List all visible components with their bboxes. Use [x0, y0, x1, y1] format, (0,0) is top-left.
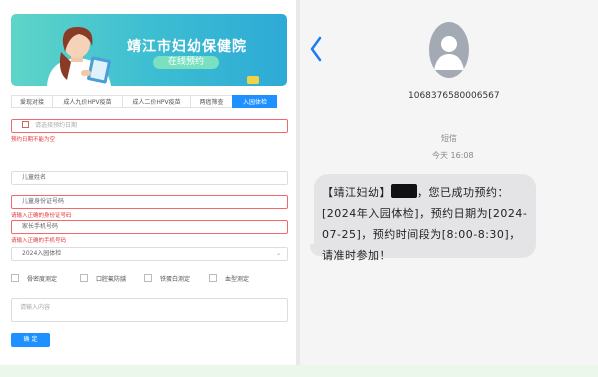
sender-number: 1068376580006567	[408, 91, 500, 101]
phone-error: 请输入正确的手机号码	[11, 238, 67, 244]
banner-title: 靖江市妇幼保健院	[127, 39, 247, 55]
message-time: 今天 16:08	[432, 151, 474, 160]
redaction-block	[391, 184, 417, 198]
back-arrow-icon[interactable]	[309, 36, 323, 62]
message-prefix: 【靖江妇幼】	[322, 186, 391, 199]
chevron-down-icon: ⌄	[275, 250, 281, 257]
checkbox-group: 骨密度测定 口腔氟防龋 铁蛋白测定 血型测定	[11, 274, 288, 284]
id-field[interactable]: 儿童身份证号码	[11, 195, 288, 209]
checkbox-label: 口腔氟防龋	[96, 276, 127, 283]
calendar-icon	[22, 121, 29, 128]
tab-1[interactable]: 爱现对接	[11, 95, 52, 108]
child-name-placeholder: 儿童姓名	[22, 174, 47, 181]
notes-placeholder: 请输入内容	[20, 304, 51, 311]
tab-3[interactable]: 成人二价HPV疫苗	[122, 95, 190, 108]
exam-select-value: 2024入园体检	[22, 250, 62, 257]
checkbox-fluoride[interactable]: 口腔氟防龋	[80, 274, 126, 283]
hospital-banner: 靖江市妇幼保健院 在线预约	[11, 14, 287, 86]
message-bubble: 【靖江妇幼】 ，您已成功预约：[2024年入园体检]，预约日期为[2024-07-…	[310, 174, 536, 262]
doctor-illustration	[47, 26, 111, 86]
confirm-button[interactable]: 确 定	[11, 333, 50, 347]
date-field[interactable]: 请选择预约日期	[11, 119, 288, 133]
chat-icon	[247, 76, 259, 84]
phone-field[interactable]: 家长手机号码	[11, 220, 288, 234]
notes-textarea[interactable]: 请输入内容	[11, 298, 288, 322]
checkbox-blood-type[interactable]: 血型测定	[209, 274, 249, 283]
tab-2[interactable]: 成人九价HPV疫苗	[52, 95, 122, 108]
checkbox-label: 血型测定	[225, 276, 250, 283]
banner-subtitle: 在线预约	[153, 56, 219, 69]
exam-select[interactable]: 2024入园体检 ⌄	[11, 247, 288, 261]
tab-4[interactable]: 两癌筛查	[190, 95, 232, 108]
checkbox-label: 铁蛋白测定	[160, 276, 191, 283]
child-name-field[interactable]: 儿童姓名	[11, 171, 288, 185]
checkbox-label: 骨密度测定	[27, 276, 58, 283]
contact-avatar-icon	[429, 22, 469, 78]
id-placeholder: 儿童身份证号码	[22, 198, 65, 205]
tab-5-active[interactable]: 入园体检	[232, 95, 277, 108]
id-error: 请输入正确的身份证号码	[11, 213, 72, 219]
bottom-strip	[0, 365, 598, 377]
booking-form-panel: 靖江市妇幼保健院 在线预约 爱现对接 成人九价HPV疫苗 成人二价HPV疫苗 两…	[0, 0, 296, 377]
date-placeholder: 请选择预约日期	[35, 122, 78, 129]
checkbox-bone-density[interactable]: 骨密度测定	[11, 274, 57, 283]
checkbox-ferritin[interactable]: 铁蛋白测定	[144, 274, 190, 283]
tab-bar: 爱现对接 成人九价HPV疫苗 成人二价HPV疫苗 两癌筛查 入园体检	[11, 95, 277, 108]
phone-placeholder: 家长手机号码	[22, 223, 59, 230]
date-error: 预约日期不能为空	[11, 137, 56, 143]
sms-label: 短信	[441, 134, 457, 143]
